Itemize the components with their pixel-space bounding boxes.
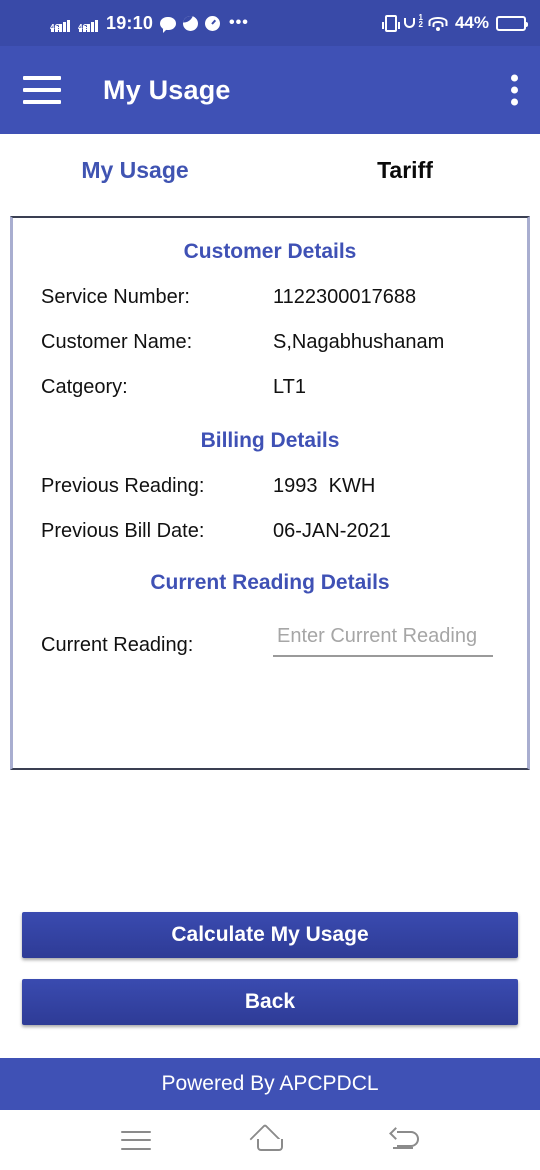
back-icon[interactable] xyxy=(389,1127,419,1151)
row-service-number: Service Number: 1122300017688 xyxy=(13,286,527,309)
wifi-icon xyxy=(428,16,448,31)
customer-name-label: Customer Name: xyxy=(41,331,193,353)
vibrate-icon xyxy=(381,14,400,32)
row-category: Catgeory: LT1 xyxy=(13,376,527,399)
hamburger-menu-icon[interactable] xyxy=(23,76,61,104)
row-previous-reading: Previous Reading: 1993 KWH xyxy=(13,475,527,498)
customer-name-value: S,Nagabhushanam xyxy=(273,331,445,353)
tab-my-usage[interactable]: My Usage xyxy=(0,134,270,206)
previous-bill-date-value: 06-JAN-2021 xyxy=(273,520,391,542)
service-number-value: 1122300017688 xyxy=(273,286,417,308)
system-nav-bar xyxy=(0,1110,540,1170)
status-bar-clock: 19:10 xyxy=(106,12,154,33)
previous-reading-value: 1993 KWH xyxy=(273,475,376,497)
details-card: Customer Details Service Number: 1122300… xyxy=(10,216,530,770)
battery-icon xyxy=(496,15,528,31)
current-reading-input[interactable] xyxy=(273,625,493,657)
back-button[interactable]: Back xyxy=(22,979,518,1025)
recents-icon[interactable] xyxy=(121,1130,151,1150)
call-dual-sim-icon: 12 xyxy=(403,14,423,31)
row-previous-bill-date: Previous Bill Date: 06-JAN-2021 xyxy=(13,520,527,543)
chat-bubble-icon xyxy=(160,16,177,33)
more-icon: ••• xyxy=(229,14,249,31)
droplet-icon xyxy=(183,15,199,31)
category-label: Catgeory: xyxy=(41,376,128,398)
previous-bill-date-label: Previous Bill Date: xyxy=(41,520,205,542)
status-bar: 4G 4G 19:10 ••• 12 44% xyxy=(0,0,540,46)
status-bar-right: 12 44% xyxy=(381,13,528,33)
category-value: LT1 xyxy=(273,376,306,398)
signal-4g-icon-2: 4G xyxy=(78,15,99,32)
home-icon[interactable] xyxy=(249,1123,287,1155)
battery-percent-label: 44% xyxy=(454,13,489,32)
calculate-my-usage-button[interactable]: Calculate My Usage xyxy=(22,912,518,958)
timer-icon xyxy=(205,15,221,31)
current-reading-label: Current Reading: xyxy=(41,634,194,656)
page-title: My Usage xyxy=(103,74,231,105)
status-bar-left: 4G 4G 19:10 ••• xyxy=(14,13,249,34)
footer-banner: Powered By APCPDCL xyxy=(0,1058,540,1110)
signal-4g-icon: 4G xyxy=(50,15,71,32)
current-reading-details-heading: Current Reading Details xyxy=(150,571,390,594)
billing-details-heading: Billing Details xyxy=(200,429,340,452)
customer-details-heading: Customer Details xyxy=(183,240,357,263)
previous-reading-label: Previous Reading: xyxy=(41,475,205,497)
row-customer-name: Customer Name: S,Nagabhushanam xyxy=(13,331,527,354)
row-current-reading: Current Reading: xyxy=(13,625,527,657)
tab-bar: My Usage Tariff xyxy=(0,134,540,206)
kebab-menu-icon[interactable] xyxy=(511,74,518,106)
app-bar: My Usage xyxy=(0,46,540,134)
service-number-label: Service Number: xyxy=(41,286,190,308)
tab-tariff[interactable]: Tariff xyxy=(270,134,540,206)
